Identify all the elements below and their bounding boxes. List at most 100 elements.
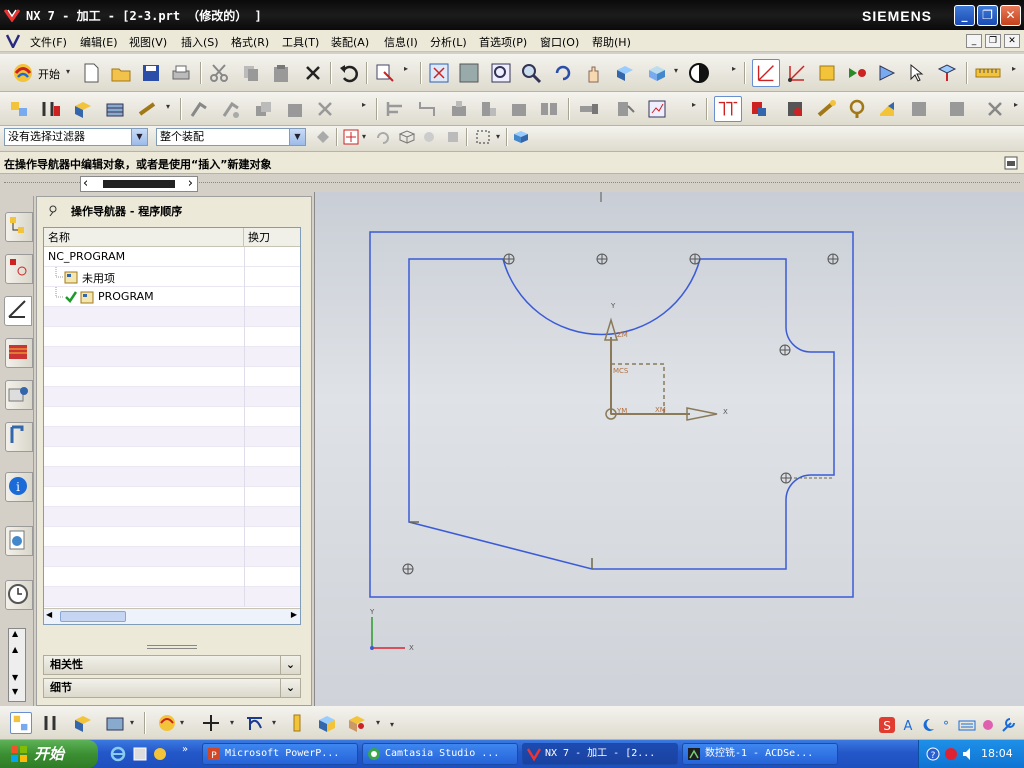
quicklaunch-app-icon[interactable] [132,746,148,762]
geometry-view-icon[interactable] [72,712,94,734]
body-select-icon[interactable] [444,128,462,146]
ime-toolbar[interactable]: S A ° [876,716,1016,734]
machine-view-icon[interactable] [42,712,64,734]
scroll-up-icon[interactable]: ▲ [12,629,18,638]
tab-operation-navigator[interactable] [4,296,32,326]
selection-filter-dropdown[interactable]: 没有选择过滤器 ▼ [4,128,148,146]
media-player-icon[interactable] [152,746,168,762]
undo-icon[interactable] [338,62,360,84]
create-point-icon[interactable] [200,712,222,734]
feature-select-icon[interactable] [420,128,438,146]
skin-icon[interactable] [980,716,996,734]
delete-icon[interactable] [302,62,324,84]
workpiece-icon[interactable] [908,98,930,120]
method-view-icon[interactable] [104,98,126,120]
snap-point-icon[interactable] [342,128,360,146]
punctuation-icon[interactable]: ° [938,716,954,734]
zoom-window-icon[interactable] [458,62,480,84]
menu-edit[interactable]: 编辑(E) [80,34,118,50]
rotate-icon[interactable] [552,62,574,84]
tab-machine-tool-navigator[interactable] [5,338,33,368]
program-order-view-icon[interactable] [10,712,32,734]
navigator-hscrollbar[interactable]: ◀ ▶ [44,608,300,624]
clock[interactable]: 18:04 [981,747,1013,760]
start-dropdown-icon[interactable]: ▾ [66,67,72,76]
edit-object-icon[interactable] [188,98,210,120]
machine-tool-view-icon[interactable] [40,98,62,120]
replay-toolpath-icon[interactable] [384,98,406,120]
navigator-splitter-scrollbar[interactable]: ‹ › [80,176,198,192]
command-finder-icon[interactable] [374,62,396,84]
output-cls-icon[interactable] [538,98,560,120]
chevron-right-icon[interactable]: › [188,176,193,191]
help-icon[interactable]: ? [925,746,941,762]
close-button[interactable]: ✕ [1000,5,1021,26]
rectangle-select-icon[interactable] [474,128,492,146]
pan-icon[interactable] [582,62,604,84]
mdi-restore-button[interactable]: ❐ [985,34,1001,48]
menu-file[interactable]: 文件(F) [30,34,67,50]
menu-help[interactable]: 帮助(H) [592,34,631,50]
sogou-ime-icon[interactable]: S [878,716,896,734]
tab-history[interactable] [5,422,33,452]
menu-information[interactable]: 信息(I) [384,34,418,50]
undo-selection-icon[interactable] [374,128,392,146]
scroll-down-icon[interactable]: ▼ [12,673,18,682]
spindle-speed-icon[interactable] [846,98,868,120]
tab-constraint-navigator[interactable] [5,254,33,284]
tab-history-palette[interactable] [5,580,33,610]
taskbar-button-acdsee[interactable]: 数控铣-1 - ACDSe... [682,743,838,765]
tools-wrench-icon[interactable] [1000,716,1016,734]
minimize-button[interactable]: _ [954,5,975,26]
section-dependencies[interactable]: 相关性 ⌄ [43,655,301,675]
list-toolpath-icon[interactable] [416,98,438,120]
ipw-display-icon[interactable] [784,98,806,120]
column-header-tool-change[interactable]: 换刀 [244,228,300,247]
panel-splitter[interactable] [147,645,197,649]
column-header-name[interactable]: 名称 [44,228,244,247]
scroll-left-icon[interactable]: ◀ [46,610,52,619]
taskbar-button-powerpoint[interactable]: P Microsoft PowerP... [202,743,358,765]
pin-icon[interactable] [47,205,59,217]
wcs-origin-icon[interactable] [786,62,808,84]
shop-doc-icon[interactable] [614,98,636,120]
network-icon[interactable] [943,746,959,762]
postprocess-icon[interactable] [936,62,958,84]
english-mode-icon[interactable]: A [900,716,916,734]
view-orient-icon[interactable] [614,62,636,84]
graphics-window[interactable]: ZM MCS XM YM Y X Y X [314,192,1024,706]
scroll-right-icon[interactable]: ▶ [291,610,297,619]
menu-view[interactable]: 视图(V) [129,34,167,50]
paste-icon[interactable] [270,62,292,84]
cube-select-icon[interactable] [398,128,416,146]
tab-assembly-navigator[interactable] [5,212,33,242]
gouge-check-icon[interactable] [478,98,500,120]
quicklaunch-more-icon[interactable]: » [182,744,188,755]
cut-icon[interactable] [208,62,230,84]
tree-row-program[interactable]: PROGRAM [44,287,300,307]
scroll-thumb[interactable] [103,180,175,188]
selection-scope-icon[interactable] [314,128,332,146]
report-icon[interactable] [646,98,668,120]
scope-dropdown[interactable]: 整个装配 ▼ [156,128,306,146]
select-icon[interactable] [906,62,928,84]
measure-icon[interactable] [974,62,1002,84]
keyboard-icon[interactable] [958,716,976,734]
create-method-icon[interactable] [346,712,368,734]
zoom-icon[interactable] [520,62,542,84]
chevron-down-icon[interactable]: ⌄ [280,679,300,697]
menu-window[interactable]: 窗口(O) [540,34,579,50]
create-curve-icon[interactable] [244,712,266,734]
tree-row-nc-program[interactable]: NC_PROGRAM [44,247,300,267]
menu-insert[interactable]: 插入(S) [181,34,219,50]
feed-rate-icon[interactable] [816,98,838,120]
scroll-down-icon[interactable]: ▼ [12,687,18,696]
blank-icon[interactable] [946,98,968,120]
copy-object-icon[interactable] [252,98,274,120]
moon-icon[interactable] [920,716,936,734]
remove-icon[interactable] [984,98,1006,120]
chevron-down-icon[interactable]: ⌄ [280,656,300,674]
operation-icon[interactable] [136,98,158,120]
cue-line-toggle-icon[interactable] [1004,156,1018,170]
geometry-view-icon[interactable] [72,98,94,120]
